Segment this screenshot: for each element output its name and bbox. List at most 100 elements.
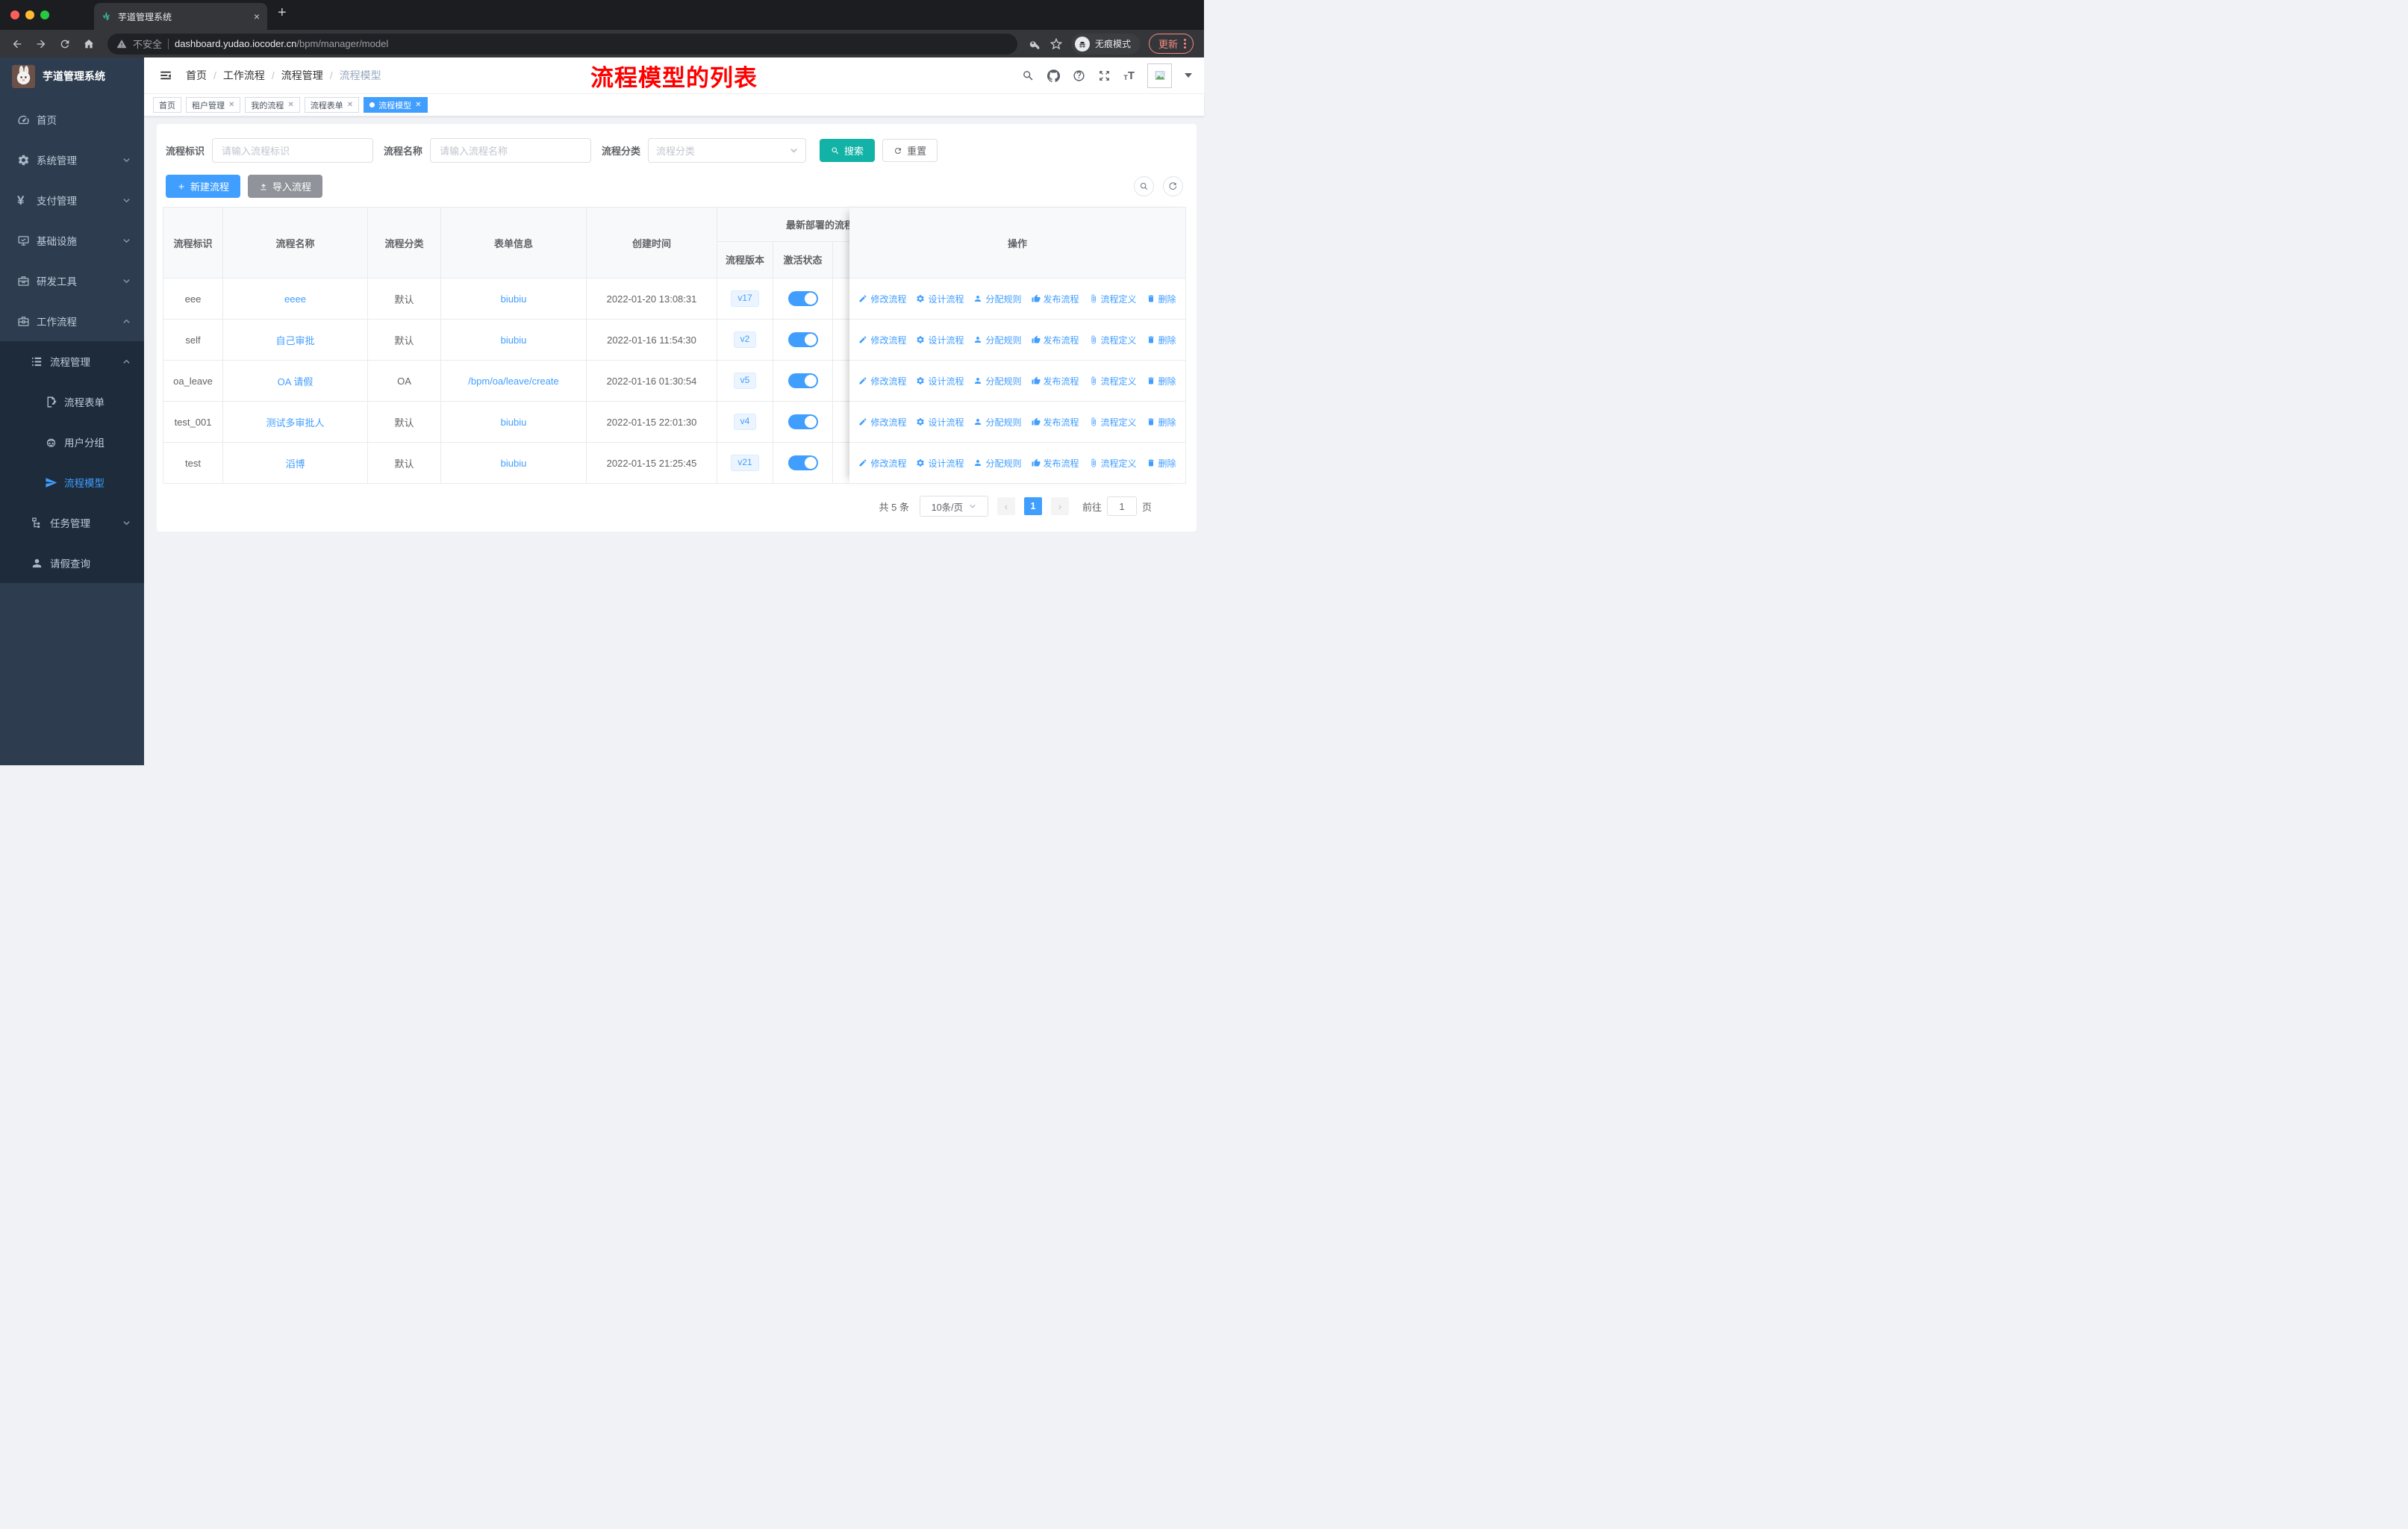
process-name-link[interactable]: 自己审批 [275,333,314,347]
breadcrumb-workflow[interactable]: 工作流程 [223,68,265,83]
reload-button[interactable] [55,34,75,54]
action-design-link[interactable]: 设计流程 [916,334,964,346]
version-tag[interactable]: v21 [731,455,759,471]
active-toggle[interactable] [787,332,818,347]
action-deploy-link[interactable]: 发布流程 [1032,334,1079,346]
browser-tab[interactable]: 芋道管理系统 × [94,3,267,30]
action-design-link[interactable]: 设计流程 [916,457,964,470]
action-design-link[interactable]: 设计流程 [916,375,964,387]
action-design-link[interactable]: 设计流程 [916,416,964,429]
tab-close-icon[interactable]: × [254,10,260,22]
sidebar-item-process-model[interactable]: 流程模型 [0,462,144,502]
close-icon[interactable]: ✕ [228,101,234,109]
next-page-button[interactable]: › [1050,497,1069,515]
url-bar[interactable]: 不安全 dashboard.yudao.iocoder.cn/bpm/manag… [107,33,1017,55]
sidebar-item-process-form[interactable]: 流程表单 [0,382,144,422]
sidebar-item-infra[interactable]: 基础设施 [0,220,144,261]
breadcrumb-home[interactable]: 首页 [186,68,207,83]
update-button[interactable]: 更新 [1148,34,1194,54]
goto-page-input[interactable]: 1 [1106,496,1137,516]
sidebar-item-task-mgmt[interactable]: 任务管理 [0,502,144,543]
sidebar-item-devtools[interactable]: 研发工具 [0,261,144,301]
home-button[interactable] [79,34,99,54]
page-number-1[interactable]: 1 [1023,497,1042,515]
action-deploy-link[interactable]: 发布流程 [1032,375,1079,387]
bookmark-star-icon[interactable] [1049,37,1062,50]
password-key-icon[interactable] [1029,38,1041,50]
help-icon[interactable] [1073,69,1085,82]
action-delete-link[interactable]: 删除 [1147,457,1176,470]
sidebar-item-pay[interactable]: ¥ 支付管理 [0,180,144,220]
form-info-link[interactable]: biubiu [501,334,527,346]
import-process-button[interactable]: 导入流程 [248,175,323,198]
version-tag[interactable]: v17 [731,290,759,307]
action-definition-link[interactable]: 流程定义 [1089,416,1137,429]
tag-process-form[interactable]: 流程表单 ✕ [304,97,360,113]
action-definition-link[interactable]: 流程定义 [1089,457,1137,470]
action-edit-link[interactable]: 修改流程 [858,416,906,429]
sidebar-item-workflow[interactable]: 工作流程 [0,301,144,341]
form-info-link[interactable]: biubiu [501,458,527,469]
sidebar-item-home[interactable]: 首页 [0,99,144,140]
active-toggle[interactable] [787,373,818,388]
tag-home[interactable]: 首页 [153,97,181,113]
action-assign-rule-link[interactable]: 分配规则 [973,457,1022,470]
caret-down-icon[interactable] [1185,73,1192,78]
active-toggle[interactable] [787,414,818,429]
action-delete-link[interactable]: 删除 [1147,375,1176,387]
form-info-link[interactable]: /bpm/oa/leave/create [468,376,558,387]
avatar[interactable] [1147,63,1172,88]
close-icon[interactable]: ✕ [415,101,421,109]
refresh-button[interactable] [1163,176,1183,196]
sidebar-item-process-mgmt[interactable]: 流程管理 [0,341,144,382]
search-icon[interactable] [1022,69,1035,82]
create-process-button[interactable]: 新建流程 [166,175,241,198]
sidebar-item-system[interactable]: 系统管理 [0,140,144,180]
action-definition-link[interactable]: 流程定义 [1089,334,1137,346]
form-info-link[interactable]: biubiu [501,417,527,428]
action-design-link[interactable]: 设计流程 [916,293,964,305]
page-size-select[interactable]: 10条/页 [919,496,988,517]
category-select[interactable]: 流程分类 [648,138,807,163]
search-button[interactable]: 搜索 [820,139,876,162]
version-tag[interactable]: v5 [733,373,757,389]
show-search-button[interactable] [1134,176,1154,196]
action-deploy-link[interactable]: 发布流程 [1032,416,1079,429]
tag-my-process[interactable]: 我的流程 ✕ [245,97,300,113]
action-delete-link[interactable]: 删除 [1147,293,1176,305]
process-name-link[interactable]: 滔博 [285,456,305,470]
active-toggle[interactable] [787,455,818,470]
prev-page-button[interactable]: ‹ [996,497,1015,515]
close-icon[interactable]: ✕ [287,101,293,109]
action-assign-rule-link[interactable]: 分配规则 [973,416,1022,429]
form-info-link[interactable]: biubiu [501,293,527,305]
tag-process-model[interactable]: 流程模型 ✕ [364,97,428,113]
forward-button[interactable] [31,34,51,54]
fullscreen-icon[interactable] [1098,69,1111,82]
tag-tenant[interactable]: 租户管理 ✕ [186,97,241,113]
close-window-button[interactable] [10,10,19,19]
action-edit-link[interactable]: 修改流程 [858,293,906,305]
action-delete-link[interactable]: 删除 [1147,334,1176,346]
minimize-window-button[interactable] [25,10,34,19]
action-assign-rule-link[interactable]: 分配规则 [973,293,1022,305]
action-assign-rule-link[interactable]: 分配规则 [973,334,1022,346]
action-delete-link[interactable]: 删除 [1147,416,1176,429]
process-name-link[interactable]: eeee [284,293,306,305]
collapse-sidebar-icon[interactable] [153,63,178,88]
version-tag[interactable]: v4 [733,414,757,430]
action-assign-rule-link[interactable]: 分配规则 [973,375,1022,387]
back-button[interactable] [7,34,27,54]
sidebar-item-user-group[interactable]: 用户分组 [0,422,144,462]
browser-menu-icon[interactable] [1184,39,1186,49]
action-deploy-link[interactable]: 发布流程 [1032,293,1079,305]
process-name-link[interactable]: 测试多审批人 [266,415,324,429]
action-edit-link[interactable]: 修改流程 [858,375,906,387]
github-icon[interactable] [1047,69,1061,82]
active-toggle[interactable] [787,291,818,306]
action-edit-link[interactable]: 修改流程 [858,334,906,346]
breadcrumb-process-mgmt[interactable]: 流程管理 [281,68,323,83]
action-edit-link[interactable]: 修改流程 [858,457,906,470]
incognito-badge[interactable]: 无痕模式 [1070,33,1140,55]
process-name-link[interactable]: OA 请假 [278,374,314,388]
